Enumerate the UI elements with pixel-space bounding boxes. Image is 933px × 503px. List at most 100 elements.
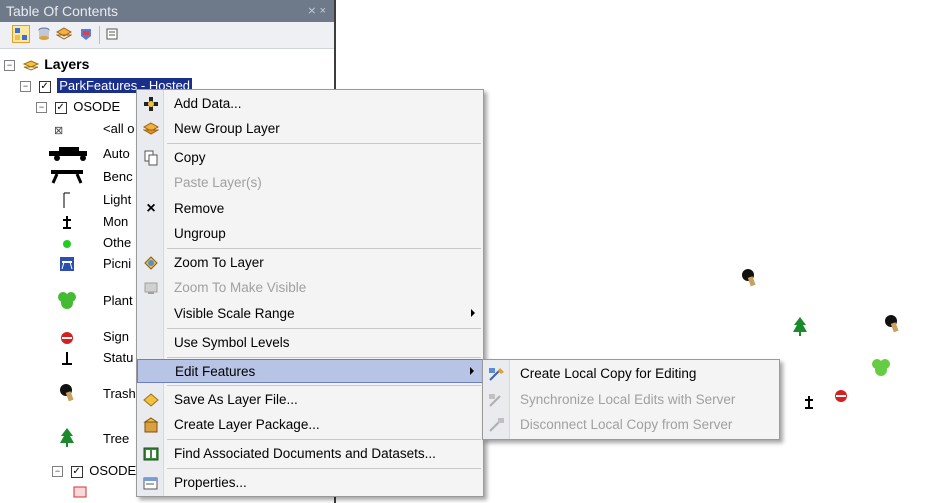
drawing-order-icon — [15, 28, 27, 40]
menu-item-save-as-layer-file[interactable]: Save As Layer File... — [137, 388, 483, 412]
class-label-light: Light — [103, 192, 132, 207]
map-monument-feature[interactable] — [802, 394, 816, 410]
class-label-auto: Auto — [103, 146, 130, 161]
tree-row-group1[interactable]: − ✓ OSODE — [36, 98, 120, 116]
submenu-item-create-local-copy[interactable]: Create Local Copy for Editing — [483, 362, 779, 386]
map-sign-feature[interactable] — [834, 389, 848, 403]
create-local-copy-icon — [488, 365, 506, 383]
class-label-bench: Benc — [103, 169, 133, 184]
add-data-icon — [142, 95, 160, 113]
zoom-visible-icon — [142, 279, 160, 297]
zoom-to-layer-icon — [142, 254, 160, 272]
toc-window-buttons[interactable]: ⨯ × — [307, 0, 326, 22]
map-trash-feature[interactable] — [883, 314, 901, 334]
map-trash-feature[interactable] — [740, 268, 758, 288]
list-by-selection-button[interactable] — [78, 26, 94, 42]
menu-item-visible-scale-range[interactable]: Visible Scale Range — [137, 302, 483, 326]
class-label-trash: Trash — [103, 386, 136, 401]
class-label-plant: Plant — [103, 293, 133, 308]
map-plant-feature[interactable] — [870, 356, 892, 378]
menu-item-create-layer-package[interactable]: Create Layer Package... — [137, 413, 483, 437]
collapse-icon[interactable]: − — [52, 466, 63, 478]
submenu-arrow-icon — [471, 309, 475, 317]
layer-context-menu: Add Data... New Group Layer Copy Paste L… — [136, 89, 484, 497]
light-symbol-icon — [47, 190, 87, 210]
polygon-symbol-icon — [70, 482, 90, 502]
toolbar-separator — [99, 26, 100, 44]
layers-root-label: Layers — [44, 56, 90, 72]
group-layer-icon — [142, 120, 160, 138]
options-button[interactable] — [104, 26, 120, 42]
group2-label[interactable]: OSODE — [89, 463, 136, 478]
menu-item-properties[interactable]: Properties... — [137, 471, 483, 495]
tree-row-layers[interactable]: − Layers — [4, 55, 89, 73]
collapse-icon[interactable]: − — [4, 60, 15, 72]
options-icon — [106, 28, 118, 40]
copy-icon — [142, 149, 160, 167]
plant-symbol-icon — [47, 290, 87, 310]
menu-separator — [167, 439, 481, 440]
collapse-icon[interactable]: − — [36, 102, 47, 114]
menu-separator — [167, 143, 481, 144]
tree-row-all-other: ⊠ — [54, 121, 64, 139]
class-label-monument: Mon — [103, 214, 129, 229]
menu-item-zoom-to-layer[interactable]: Zoom To Layer — [137, 251, 483, 275]
class-label-sign: Sign — [103, 329, 130, 344]
toc-title-bar: Table Of Contents ⨯ × — [0, 0, 334, 22]
menu-item-new-group-layer[interactable]: New Group Layer — [137, 117, 483, 141]
toc-toolbar — [0, 22, 334, 49]
find-documents-icon — [142, 445, 160, 463]
class-label-tree: Tree — [103, 431, 130, 446]
menu-separator — [167, 385, 481, 386]
group1-label[interactable]: OSODE — [73, 99, 120, 114]
edit-features-submenu: Create Local Copy for Editing Synchroniz… — [482, 359, 780, 440]
monument-symbol-icon — [47, 212, 87, 232]
menu-separator — [167, 248, 481, 249]
submenu-arrow-icon — [470, 367, 474, 375]
bench-symbol-icon — [47, 166, 87, 186]
group-visibility-checkbox[interactable]: ✓ — [70, 465, 83, 478]
menu-item-ungroup[interactable]: Ungroup — [137, 222, 483, 246]
class-label-picnic: Picni — [103, 256, 132, 271]
map-tree-feature[interactable] — [792, 316, 808, 338]
other-symbol-icon — [47, 234, 87, 254]
tree-row-group2[interactable]: − ✓ OSODE — [52, 462, 136, 480]
visibility-layers-icon — [56, 27, 72, 40]
remove-icon: × — [146, 200, 156, 217]
database-icon — [38, 27, 50, 40]
layer-package-icon — [142, 416, 160, 434]
menu-item-zoom-to-make-visible[interactable]: Zoom To Make Visible — [137, 276, 483, 300]
tree-symbol-icon — [47, 428, 87, 448]
layers-icon — [22, 60, 39, 71]
list-by-visibility-button[interactable] — [56, 26, 72, 42]
all-other-label: <all o — [103, 121, 135, 136]
group-visibility-checkbox[interactable]: ✓ — [54, 101, 67, 114]
list-by-source-button[interactable] — [36, 26, 52, 42]
class-label-statue: Statu — [103, 350, 134, 365]
layer-file-icon — [142, 391, 160, 409]
sync-icon — [488, 391, 506, 409]
picnic-symbol-icon — [47, 254, 87, 274]
submenu-item-disconnect[interactable]: Disconnect Local Copy from Server — [483, 413, 779, 437]
menu-separator — [167, 468, 481, 469]
menu-item-edit-features[interactable]: Edit Features — [137, 359, 483, 383]
menu-item-find-associated-documents[interactable]: Find Associated Documents and Datasets..… — [137, 442, 483, 466]
layer-visibility-checkbox[interactable]: ✓ — [38, 80, 51, 93]
list-by-drawing-order-button[interactable] — [12, 25, 30, 43]
sign-symbol-icon — [47, 328, 87, 348]
menu-item-use-symbol-levels[interactable]: Use Symbol Levels — [137, 331, 483, 355]
selection-icon — [81, 29, 91, 40]
trash-symbol-icon — [47, 383, 87, 403]
menu-item-add-data[interactable]: Add Data... — [137, 92, 483, 116]
properties-icon — [142, 474, 160, 492]
menu-separator — [167, 328, 481, 329]
toc-title: Table Of Contents — [6, 3, 119, 19]
submenu-item-synchronize[interactable]: Synchronize Local Edits with Server — [483, 388, 779, 412]
menu-item-paste-layers[interactable]: Paste Layer(s) — [137, 171, 483, 195]
statue-symbol-icon — [47, 349, 87, 369]
class-label-other: Othe — [103, 235, 132, 250]
disconnect-icon — [488, 416, 506, 434]
collapse-icon[interactable]: − — [20, 81, 31, 93]
menu-item-copy[interactable]: Copy — [137, 146, 483, 170]
menu-item-remove[interactable]: × Remove — [137, 197, 483, 221]
